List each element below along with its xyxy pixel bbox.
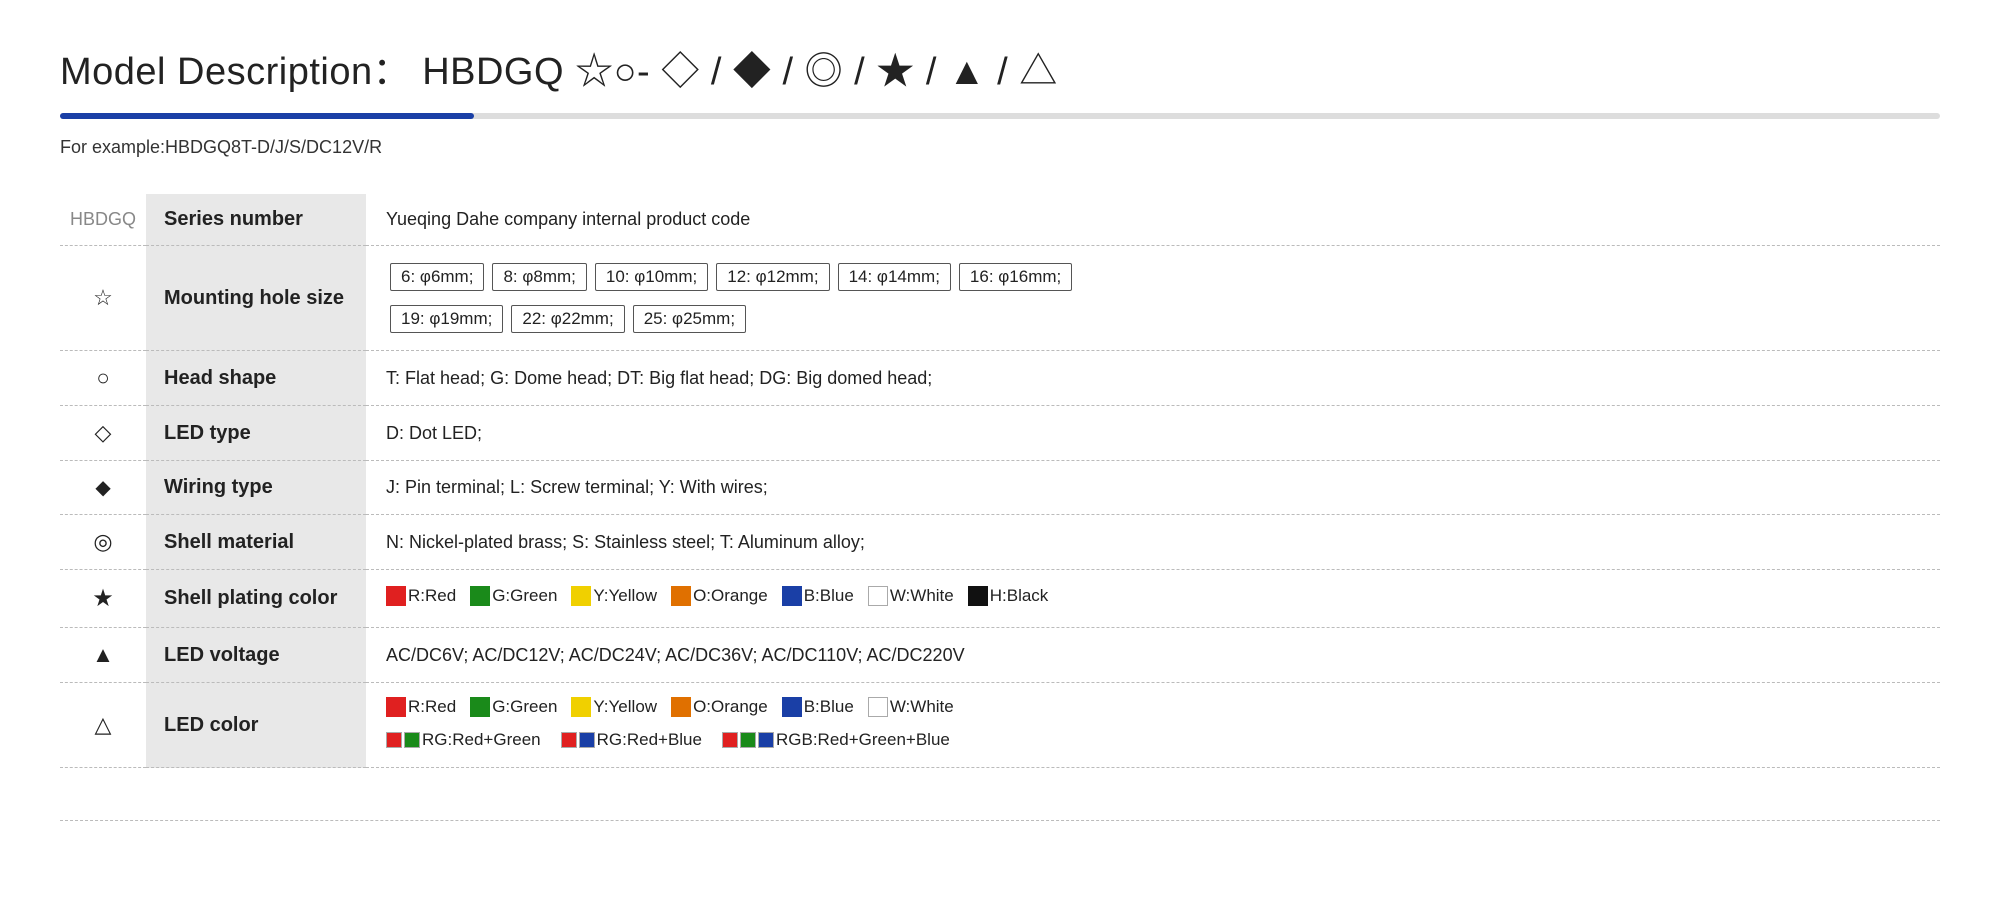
color-swatch <box>386 732 402 748</box>
hole-size: 12: φ12mm; <box>716 263 829 291</box>
star-solid-icon: ★ <box>60 570 146 628</box>
hole-size: 19: φ19mm; <box>390 305 503 333</box>
color-option: R:Red <box>386 697 456 717</box>
row-value: J: Pin terminal; L: Screw terminal; Y: W… <box>366 461 1940 515</box>
hole-size: 25: φ25mm; <box>633 305 746 333</box>
hole-size: 16: φ16mm; <box>959 263 1072 291</box>
hole-size: 10: φ10mm; <box>595 263 708 291</box>
color-swatch <box>758 732 774 748</box>
row-value: 6: φ6mm; 8: φ8mm; 10: φ10mm; 12: φ12mm; 14: … <box>366 246 1940 351</box>
color-swatch <box>782 586 802 606</box>
color-swatch <box>671 586 691 606</box>
row-value: R:Red G:Green Y:Yellow O:Orange B:Blue W… <box>366 683 1940 768</box>
color-combo-option: RG:Red+Blue <box>561 730 702 750</box>
color-swatch <box>782 697 802 717</box>
row-value: D: Dot LED; <box>366 406 1940 461</box>
model-description-table: HBDGQ Series number Yueqing Dahe company… <box>60 194 1940 768</box>
table-row-colors-led: △ LED color R:Red G:Green Y:Yellow O:Ora… <box>60 683 1940 768</box>
color-swatch <box>470 586 490 606</box>
hole-size: 8: φ8mm; <box>492 263 586 291</box>
star-outline-icon: ☆ <box>60 246 146 351</box>
circle-outline-icon: ○ <box>60 351 146 406</box>
diamond-outline-icon: ◇ <box>60 406 146 461</box>
color-swatch <box>470 697 490 717</box>
progress-bar-fill <box>60 113 474 119</box>
color-option: O:Orange <box>671 697 768 717</box>
table-row: HBDGQ Series number Yueqing Dahe company… <box>60 194 1940 246</box>
hole-size: 14: φ14mm; <box>838 263 951 291</box>
example-text: For example:HBDGQ8T-D/J/S/DC12V/R <box>60 137 1940 158</box>
color-swatch <box>571 697 591 717</box>
hole-size: 6: φ6mm; <box>390 263 484 291</box>
row-label: Head shape <box>146 351 366 406</box>
color-option: H:Black <box>968 586 1049 606</box>
table-row: ▲ LED voltage AC/DC6V; AC/DC12V; AC/DC24… <box>60 628 1940 683</box>
progress-bar-container <box>60 113 1940 119</box>
row-value: T: Flat head; G: Dome head; DT: Big flat… <box>366 351 1940 406</box>
color-swatch <box>386 586 406 606</box>
color-swatch <box>671 697 691 717</box>
row-value: AC/DC6V; AC/DC12V; AC/DC24V; AC/DC36V; A… <box>366 628 1940 683</box>
row-label: Series number <box>146 194 366 246</box>
color-option: R:Red <box>386 586 456 606</box>
row-value: N: Nickel-plated brass; S: Stainless ste… <box>366 515 1940 570</box>
color-option: W:White <box>868 586 954 606</box>
row-label: LED type <box>146 406 366 461</box>
row-label: LED color <box>146 683 366 768</box>
color-option: B:Blue <box>782 586 854 606</box>
row-label: Mounting hole size <box>146 246 366 351</box>
row-label: LED voltage <box>146 628 366 683</box>
color-swatch <box>386 697 406 717</box>
row-value: Yueqing Dahe company internal product co… <box>366 194 1940 246</box>
table-row: ◆ Wiring type J: Pin terminal; L: Screw … <box>60 461 1940 515</box>
color-option: G:Green <box>470 697 557 717</box>
triangle-outline-icon: △ <box>60 683 146 768</box>
hole-size: 22: φ22mm; <box>511 305 624 333</box>
color-swatch <box>579 732 595 748</box>
color-swatch <box>740 732 756 748</box>
row-label: Shell material <box>146 515 366 570</box>
color-option: W:White <box>868 697 954 717</box>
color-swatch <box>868 586 888 606</box>
color-swatch <box>722 732 738 748</box>
color-swatch <box>968 586 988 606</box>
page-title: Model Description： HBDGQ ☆○- ◇ / ◆ / ◎ /… <box>60 40 1940 95</box>
star-outline-icon: HBDGQ <box>60 194 146 246</box>
row-value: R:Red G:Green Y:Yellow O:Orange B:Blue W… <box>366 570 1940 628</box>
color-swatch <box>561 732 577 748</box>
color-swatch <box>571 586 591 606</box>
color-option: B:Blue <box>782 697 854 717</box>
table-row-holes: ☆ Mounting hole size 6: φ6mm; 8: φ8mm; 10:… <box>60 246 1940 351</box>
color-swatch <box>404 732 420 748</box>
color-option: Y:Yellow <box>571 586 657 606</box>
color-option: Y:Yellow <box>571 697 657 717</box>
row-label: Shell plating color <box>146 570 366 628</box>
color-swatch <box>868 697 888 717</box>
triangle-solid-icon: ▲ <box>60 628 146 683</box>
table-row: ◇ LED type D: Dot LED; <box>60 406 1940 461</box>
row-label: Wiring type <box>146 461 366 515</box>
color-combo-option: RG:Red+Green <box>386 730 541 750</box>
table-row: ○ Head shape T: Flat head; G: Dome head;… <box>60 351 1940 406</box>
table-row: ◎ Shell material N: Nickel-plated brass;… <box>60 515 1940 570</box>
table-row-colors-plating: ★ Shell plating color R:Red G:Green Y:Ye… <box>60 570 1940 628</box>
color-option: O:Orange <box>671 586 768 606</box>
color-combo-option: RGB:Red+Green+Blue <box>722 730 950 750</box>
diamond-solid-icon: ◆ <box>60 461 146 515</box>
color-option: G:Green <box>470 586 557 606</box>
circle-double-icon: ◎ <box>60 515 146 570</box>
